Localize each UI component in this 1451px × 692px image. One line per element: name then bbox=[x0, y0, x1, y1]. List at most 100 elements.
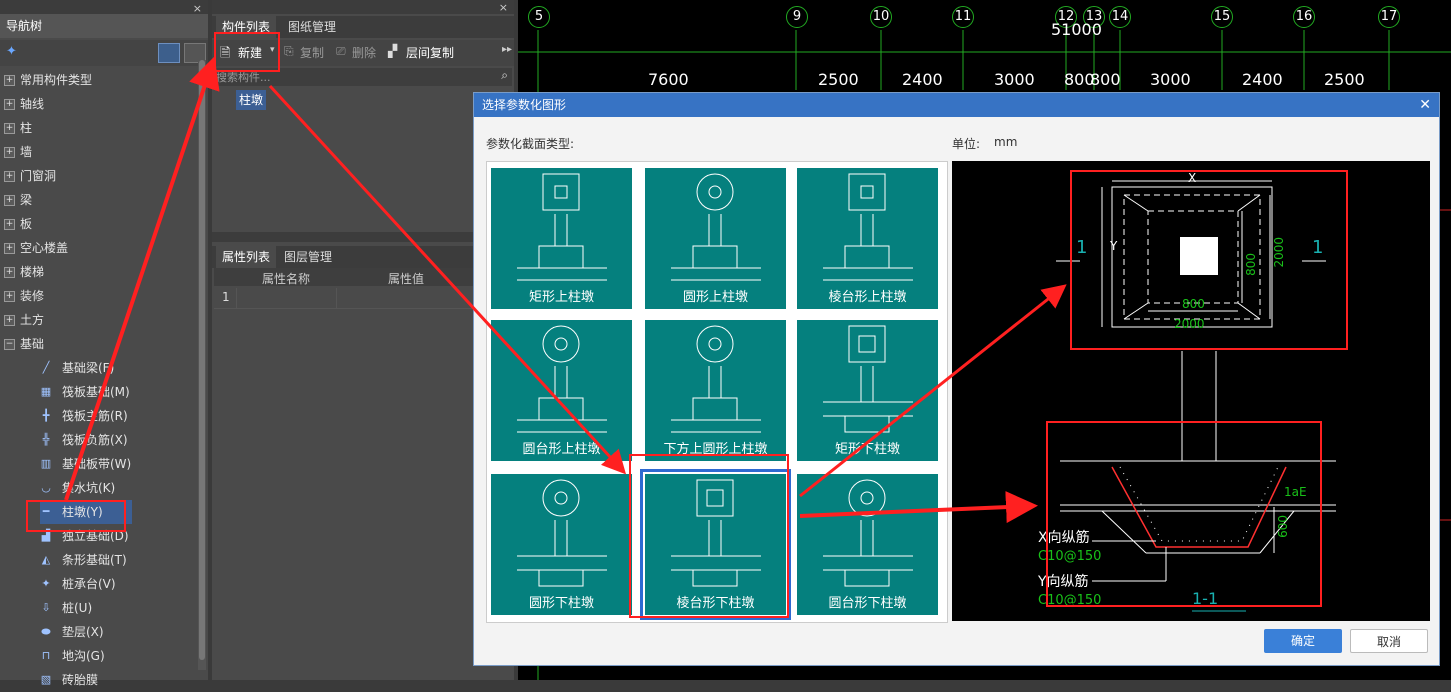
expand-icon[interactable]: + bbox=[4, 291, 15, 302]
shape-option-label: 矩形上柱墩 bbox=[528, 290, 594, 305]
sidebar-subitem[interactable]: ✦ 桩承台(V) bbox=[40, 572, 200, 596]
shape-option-label: 圆台形上柱墩 bbox=[522, 442, 601, 457]
tab-layer-management[interactable]: 图层管理 bbox=[278, 246, 338, 268]
list-item-pier[interactable]: 柱墩 bbox=[236, 90, 267, 110]
sidebar-subitem[interactable]: ⊓ 地沟(G) bbox=[40, 644, 200, 668]
trench-icon: ⊓ bbox=[41, 649, 51, 662]
sidebar-item[interactable]: + 门窗洞 bbox=[0, 164, 196, 188]
expand-icon[interactable]: + bbox=[4, 315, 15, 326]
dimension-text: 7600 bbox=[648, 70, 689, 89]
shape-option[interactable]: 矩形下柱墩 bbox=[797, 320, 938, 461]
shape-option[interactable]: 棱台形上柱墩 bbox=[797, 168, 938, 309]
expand-icon[interactable]: + bbox=[4, 99, 15, 110]
sidebar-subitem-label: 条形基础(T) bbox=[62, 553, 127, 567]
shape-option-label: 圆形上柱墩 bbox=[682, 290, 748, 305]
shape-option[interactable]: 下方上圆形上柱墩 bbox=[645, 320, 786, 461]
sidebar-item-label: 楼梯 bbox=[20, 265, 45, 279]
sidebar-subitem[interactable]: ◡ 集水坑(K) bbox=[40, 476, 200, 500]
col-attr-value: 属性值 bbox=[388, 272, 425, 286]
sidebar-item-label: 板 bbox=[20, 217, 33, 231]
expand-icon[interactable]: + bbox=[4, 171, 15, 182]
expand-icon[interactable]: + bbox=[4, 243, 15, 254]
highlight-plan-view bbox=[1070, 170, 1348, 350]
dimension-text: 2500 bbox=[818, 70, 859, 89]
comp-close-icon[interactable]: × bbox=[499, 1, 508, 14]
dimension-text: 3000 bbox=[1150, 70, 1191, 89]
sparkle-icon[interactable]: ✦ bbox=[6, 44, 17, 59]
col-attr-name: 属性名称 bbox=[262, 272, 311, 286]
sidebar-subitem[interactable]: ▦ 筏板基础(M) bbox=[40, 380, 200, 404]
expand-icon[interactable]: + bbox=[4, 123, 15, 134]
copy-button[interactable]: 复制 bbox=[300, 44, 324, 61]
tab-attribute-list[interactable]: 属性列表 bbox=[216, 246, 277, 268]
strip-footing-icon: ◭ bbox=[41, 553, 51, 566]
pile-cap-icon: ✦ bbox=[41, 577, 51, 590]
axis-number: 9 bbox=[786, 6, 808, 28]
nav-toolbar: ✦ bbox=[0, 40, 208, 66]
sidebar-item[interactable]: + 梁 bbox=[0, 188, 196, 212]
shape-option[interactable]: 圆台形下柱墩 bbox=[797, 474, 938, 615]
ok-button[interactable]: 确定 bbox=[1264, 629, 1342, 653]
list-view-icon[interactable] bbox=[158, 43, 180, 63]
axis-number: 11 bbox=[952, 6, 974, 28]
sidebar-subitem[interactable]: ◭ 条形基础(T) bbox=[40, 548, 200, 572]
shape-option[interactable]: 圆形上柱墩 bbox=[645, 168, 786, 309]
sidebar-subitem-label: 砖胎膜 bbox=[62, 673, 99, 687]
sidebar-item[interactable]: + 装修 bbox=[0, 284, 196, 308]
sidebar-subitem[interactable]: ▥ 基础板带(W) bbox=[40, 452, 200, 476]
section-type-label: 参数化截面类型: bbox=[486, 137, 575, 151]
dialog-close-icon[interactable]: ✕ bbox=[1419, 93, 1431, 117]
highlight-pier-item bbox=[26, 500, 126, 532]
sidebar-item[interactable]: − 基础 bbox=[0, 332, 196, 356]
sidebar-subitem[interactable]: ╬ 筏板负筋(X) bbox=[40, 428, 200, 452]
expand-icon[interactable]: + bbox=[4, 267, 15, 278]
shape-option[interactable]: 矩形上柱墩 bbox=[491, 168, 632, 309]
dimension-text: 800 bbox=[1090, 70, 1121, 89]
expand-icon[interactable]: + bbox=[4, 219, 15, 230]
table-row[interactable]: 1 bbox=[214, 288, 512, 309]
navigation-panel: × 导航树 ✦ + 常用构件类型 + 轴线 + 柱 + 墙 + 门窗洞 + 梁 + 板 + 空心楼盖 + 楼梯 + 装… bbox=[0, 0, 208, 687]
sidebar-item[interactable]: + 常用构件类型 bbox=[0, 68, 196, 92]
tab-drawing-management[interactable]: 图纸管理 bbox=[282, 16, 342, 38]
shape-option[interactable]: 圆台形上柱墩 bbox=[491, 320, 632, 461]
sidebar-item-label: 空心楼盖 bbox=[20, 241, 69, 255]
expand-icon[interactable]: + bbox=[4, 75, 15, 86]
sidebar-subitem[interactable]: ╱ 基础梁(F) bbox=[40, 356, 200, 380]
unit-label: 单位: bbox=[952, 137, 981, 151]
sidebar-subitem[interactable]: ╋ 筏板主筋(R) bbox=[40, 404, 200, 428]
sidebar-item[interactable]: + 空心楼盖 bbox=[0, 236, 196, 260]
pit-icon: ◡ bbox=[41, 481, 51, 494]
expand-icon[interactable]: + bbox=[4, 195, 15, 206]
expand-icon[interactable]: − bbox=[4, 339, 15, 350]
expand-icon[interactable]: + bbox=[4, 147, 15, 158]
attr-table-header: 属性名称 属性值 bbox=[214, 268, 512, 286]
more-icon[interactable]: ▸▸ bbox=[502, 44, 512, 55]
axis-number: 10 bbox=[870, 6, 892, 28]
nav-scrollbar-thumb[interactable] bbox=[199, 60, 205, 660]
sidebar-item-label: 梁 bbox=[20, 193, 33, 207]
sidebar-subitem[interactable]: ⬬ 垫层(X) bbox=[40, 620, 200, 644]
attr-header-strip bbox=[212, 232, 514, 242]
sidebar-subitem-label: 筏板基础(M) bbox=[62, 385, 130, 399]
shape-option[interactable]: 圆形下柱墩 bbox=[491, 474, 632, 615]
sidebar-item-label: 墙 bbox=[20, 145, 33, 159]
shape-option-label: 圆台形下柱墩 bbox=[828, 596, 907, 611]
dimension-text: 2500 bbox=[1324, 70, 1365, 89]
floor-copy-button[interactable]: 层间复制 bbox=[406, 44, 454, 61]
sidebar-item[interactable]: + 轴线 bbox=[0, 92, 196, 116]
highlight-selected-shape bbox=[629, 454, 789, 618]
sidebar-item[interactable]: + 墙 bbox=[0, 140, 196, 164]
sidebar-item[interactable]: + 楼梯 bbox=[0, 260, 196, 284]
sidebar-subitem[interactable]: ▧ 砖胎膜 bbox=[40, 668, 200, 692]
copy-icon: ⎘ bbox=[284, 44, 294, 58]
sidebar-item[interactable]: + 柱 bbox=[0, 116, 196, 140]
highlight-new-button bbox=[214, 32, 280, 72]
delete-button[interactable]: 删除 bbox=[352, 44, 376, 61]
sidebar-subitem-label: 基础梁(F) bbox=[62, 361, 115, 375]
sidebar-item[interactable]: + 板 bbox=[0, 212, 196, 236]
sidebar-item[interactable]: + 土方 bbox=[0, 308, 196, 332]
search-icon[interactable]: ⌕ bbox=[501, 68, 508, 83]
sidebar-subitem[interactable]: ⇩ 桩(U) bbox=[40, 596, 200, 620]
cushion-icon: ⬬ bbox=[41, 625, 51, 638]
cancel-button[interactable]: 取消 bbox=[1350, 629, 1428, 653]
